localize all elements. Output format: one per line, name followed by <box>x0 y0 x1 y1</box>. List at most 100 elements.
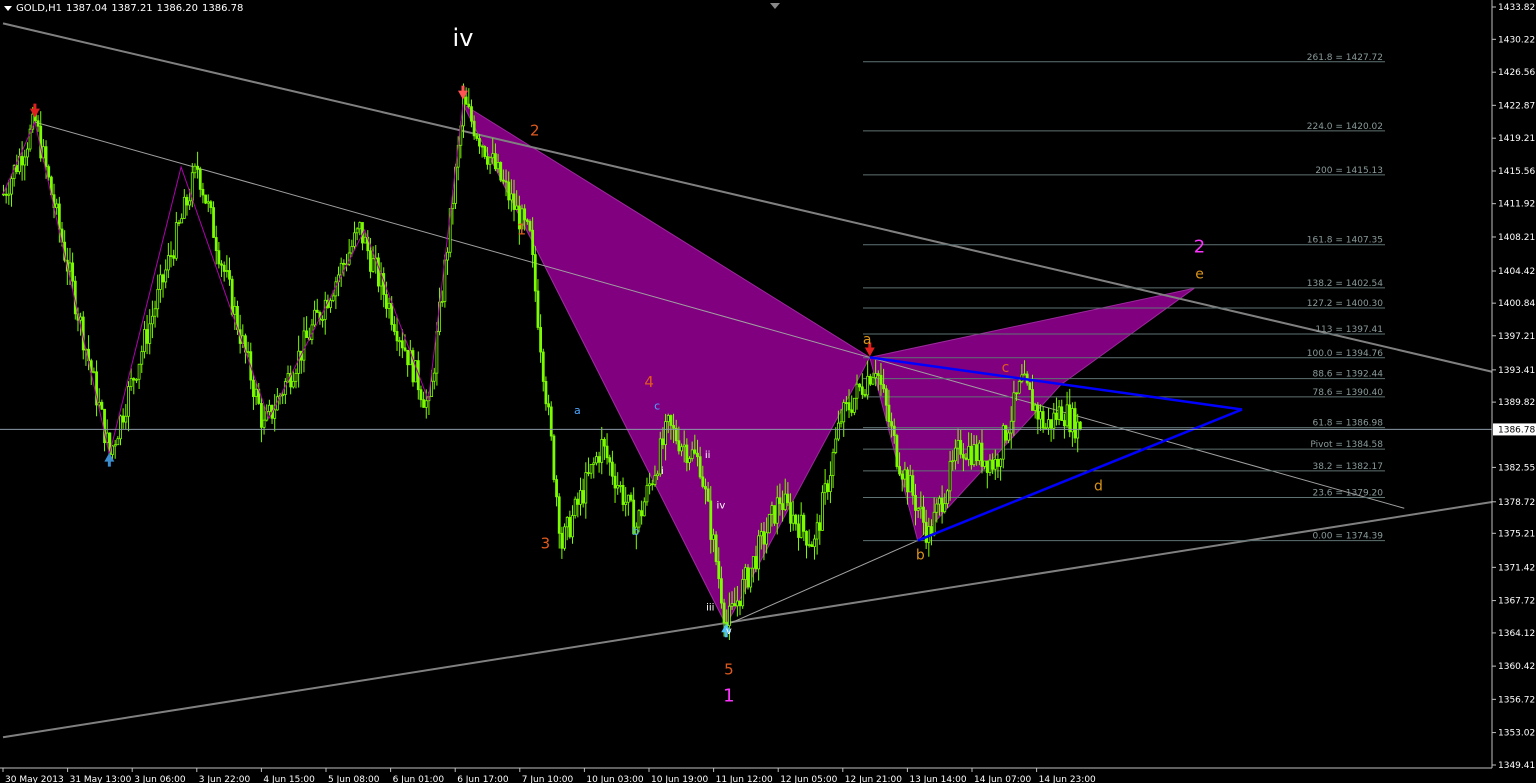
open-value: 1387.04 <box>65 3 108 14</box>
fib-label-5: 127.2 = 1400.30 <box>1307 299 1384 309</box>
candle-body <box>246 351 250 354</box>
time-tick-label: 6 Jun 01:00 <box>393 775 445 783</box>
candle-body <box>400 340 404 349</box>
candle-body <box>932 511 936 536</box>
candle-body <box>124 415 128 423</box>
candle-body <box>432 372 436 382</box>
candle-body <box>121 415 125 423</box>
candle-body <box>900 473 904 480</box>
symbol-header[interactable]: GOLD,H1 1387.04 1387.21 1386.20 1386.78 <box>4 3 247 14</box>
time-tick-label: 7 Jun 10:00 <box>522 775 574 783</box>
wave-label: i <box>661 466 664 477</box>
candle-body <box>943 503 947 513</box>
candle-body <box>254 388 258 397</box>
candle-body <box>267 404 271 412</box>
candle-body <box>610 461 614 477</box>
candle-body <box>143 329 146 353</box>
price-tick-label: 1378.72 <box>1498 498 1535 508</box>
candle-body <box>842 402 846 423</box>
candle-body <box>898 466 901 475</box>
candle-body <box>754 556 758 570</box>
fib-label-13: 23.6 = 1379.20 <box>1312 488 1383 498</box>
candle-body <box>230 278 234 315</box>
time-tick-label: 12 Jun 05:00 <box>780 775 837 783</box>
candle-body <box>600 439 604 463</box>
fib-label-12: 38.2 = 1382.17 <box>1312 462 1383 472</box>
candle-body <box>712 534 715 540</box>
candle-body <box>738 600 742 607</box>
candle-body <box>486 156 489 165</box>
candle-body <box>908 475 912 493</box>
wave-label: b <box>632 525 639 538</box>
fib-label-6: 113 = 1397.41 <box>1315 325 1383 335</box>
time-tick-label: 6 Jun 17:00 <box>457 775 509 783</box>
candle-body <box>696 452 699 458</box>
candle-body <box>829 475 832 492</box>
candle-body <box>741 579 745 607</box>
candle-body <box>1065 404 1069 427</box>
wave-label: a <box>863 332 872 348</box>
candle-body <box>587 472 590 474</box>
time-tick-label: 10 Jun 03:00 <box>586 775 643 783</box>
candle-body <box>672 425 675 429</box>
candle-body <box>206 201 210 204</box>
candle-body <box>565 517 569 528</box>
candle-body <box>743 567 747 580</box>
chart-window[interactable]: 261.8 = 1427.72 224.0 = 1420.02 200 = 1415… <box>0 0 1536 783</box>
candle-body <box>762 531 766 545</box>
candle-body <box>1031 389 1034 411</box>
candle-body <box>783 493 787 511</box>
candle-body <box>786 493 790 504</box>
wave-label: 2 <box>1194 236 1205 257</box>
candle-body <box>618 485 622 487</box>
price-tick-label: 1389.82 <box>1498 398 1535 408</box>
candle-body <box>969 445 973 466</box>
candle-body <box>844 402 848 405</box>
candle-body <box>353 232 356 247</box>
candle-body <box>313 309 316 326</box>
price-chart[interactable]: 261.8 = 1427.72 224.0 = 1420.02 200 = 1415… <box>0 0 1536 783</box>
candle-body <box>315 309 319 313</box>
candle-body <box>166 255 170 271</box>
candle-body <box>451 203 455 210</box>
price-tick-label: 1375.21 <box>1498 529 1535 539</box>
candle-body <box>491 153 495 159</box>
candle-body <box>775 497 779 524</box>
candle-body <box>228 270 231 280</box>
time-tick-label: 10 Jun 19:00 <box>651 775 708 783</box>
candle-body <box>839 421 843 424</box>
candle-body <box>355 228 359 234</box>
candle-body <box>47 166 51 178</box>
candle-body <box>613 475 617 489</box>
candle-body <box>985 460 989 473</box>
wave-label: 5 <box>724 660 734 678</box>
candle-body <box>576 498 580 505</box>
candle-body <box>717 561 721 580</box>
candle-body <box>868 375 872 385</box>
candle-body <box>137 363 141 380</box>
candle-body <box>480 145 484 148</box>
wave-label: iv <box>717 500 726 511</box>
candle-body <box>424 400 428 408</box>
candle-body <box>220 263 223 266</box>
candle-body <box>661 438 665 446</box>
candle-body <box>605 445 609 459</box>
candle-body <box>988 459 992 473</box>
candle-body <box>4 193 8 196</box>
candle-body <box>1063 420 1066 427</box>
candle-body <box>305 330 309 339</box>
price-tick-label: 1430.22 <box>1498 35 1535 45</box>
candle-body <box>1023 373 1026 376</box>
candle-body <box>403 347 407 351</box>
candle-body <box>850 409 854 413</box>
candle-body <box>813 538 816 548</box>
fib-label-7: 100.0 = 1394.76 <box>1307 349 1384 359</box>
chevron-down-icon[interactable] <box>4 5 12 11</box>
candle-body <box>983 460 987 467</box>
candle-body <box>735 600 739 607</box>
candle-body <box>557 496 561 534</box>
price-tick-label: 1356.72 <box>1498 695 1535 705</box>
candle-body <box>669 415 673 426</box>
candle-body <box>509 193 513 201</box>
candle-body <box>440 300 444 303</box>
